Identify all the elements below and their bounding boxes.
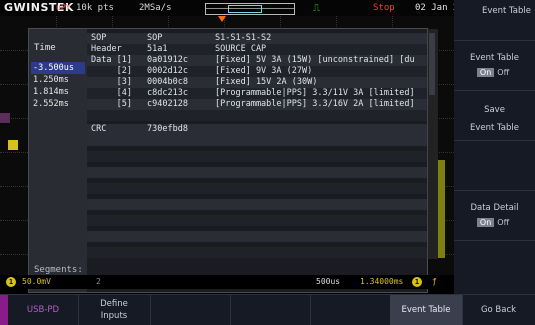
field-name: Header <box>91 44 122 54</box>
save-event-table-label: Save Event Table <box>469 105 520 133</box>
channel-2-badge[interactable]: 2 <box>96 275 101 289</box>
horizontal-position: 1.34000ms <box>360 277 404 286</box>
data-detail-onoff: On Off <box>476 218 512 227</box>
data-detail-toggle[interactable]: Data Detail On Off <box>454 190 535 241</box>
side-menu-empty-slot <box>454 140 535 191</box>
event-table-toggle-label: Event Table <box>469 53 520 63</box>
memory-position-indicator <box>205 3 295 15</box>
channel-1-badge[interactable]: 1 <box>6 277 16 287</box>
time-cell[interactable]: 2.552ms <box>31 98 85 110</box>
field-hex: 0004b0c8 <box>147 77 188 87</box>
bus-type-button[interactable]: USB-PD <box>8 295 79 325</box>
define-inputs-button[interactable]: Define Inputs <box>78 295 151 325</box>
table-row[interactable]: [4] c8dc213c [Programmable|PPS] 3.3/11V … <box>87 88 427 99</box>
table-row[interactable]: CRC 730efbd8 <box>87 124 427 135</box>
side-menu-title: Event Table <box>454 0 535 40</box>
channel-2-indicator <box>0 295 8 325</box>
bottom-menu: USB-PD Define Inputs Event Table Go Back <box>0 294 535 325</box>
channel-2-marker[interactable] <box>0 113 10 123</box>
time-cell[interactable]: 1.814ms <box>31 86 85 98</box>
field-hex: 51a1 <box>147 44 168 54</box>
field-hex: SOP <box>147 33 163 43</box>
data-detail-toggle-label: Data Detail <box>470 203 519 213</box>
table-row-stripe <box>87 110 427 121</box>
run-status: Stop <box>373 3 395 13</box>
field-hex: 730efbd8 <box>147 124 188 134</box>
table-row-stripe <box>87 231 427 242</box>
channel-1-scale: 50.0mV <box>22 277 51 286</box>
trigger-position-marker <box>218 16 226 22</box>
field-decode: [Fixed] 9V 3A (27W) <box>215 66 313 76</box>
field-decode: [Fixed] 5V 3A (15W) [unconstrained] [du <box>215 55 415 65</box>
event-table-button[interactable]: Event Table <box>390 295 463 325</box>
field-decode: S1-S1-S1-S2 <box>215 33 272 43</box>
top-status-bar: GWINSTEK uPY 10k pts 2MSa/s ⎍ Stop 02 Ja… <box>0 0 523 16</box>
event-table-onoff: On Off <box>476 68 512 77</box>
table-row[interactable]: [5] c9402128 [Programmable|PPS] 3.3/16V … <box>87 99 427 110</box>
field-hex: 0002d12c <box>147 66 188 76</box>
acquire-mode-tag: uPY <box>56 3 71 12</box>
table-row[interactable]: Data [1] 0a01912c [Fixed] 5V 3A (15W) [u… <box>87 55 427 66</box>
time-column: Time -3.500us 1.250ms 1.814ms 2.552ms Se… <box>29 29 87 292</box>
field-decode: [Programmable|PPS] 3.3/16V 2A [limited] <box>215 99 415 109</box>
sample-rate: 2MSa/s <box>139 3 172 13</box>
table-row-stripe <box>87 167 427 178</box>
memory-view-window <box>228 5 262 13</box>
field-hex: c8dc213c <box>147 88 188 98</box>
table-row-stripe <box>87 247 427 258</box>
field-name: [2] <box>91 66 132 76</box>
side-menu: Event Table Event Table On Off Save Event… <box>454 0 535 294</box>
table-row-stripe <box>87 199 427 210</box>
bottom-empty-slot <box>150 295 231 325</box>
table-row-stripe <box>87 135 427 146</box>
save-event-table-button[interactable]: Save Event Table <box>454 90 535 141</box>
field-name: [5] <box>91 99 132 109</box>
time-column-header: Time <box>34 43 56 53</box>
record-length: 10k pts <box>76 3 114 13</box>
toggle-on: On <box>476 68 495 77</box>
timebase-value: 500us <box>316 277 341 286</box>
time-cell-selected[interactable]: -3.500us <box>31 62 85 74</box>
side-menu-empty-slot <box>454 240 535 295</box>
table-row-stripe <box>87 151 427 162</box>
trigger-edge-icon: ⎍ <box>313 3 320 14</box>
field-name: CRC <box>91 124 107 134</box>
table-row[interactable]: [2] 0002d12c [Fixed] 9V 3A (27W) <box>87 66 427 77</box>
table-row-stripe <box>87 183 427 194</box>
event-table-toggle[interactable]: Event Table On Off <box>454 40 535 91</box>
field-name: [3] <box>91 77 132 87</box>
toggle-on: On <box>476 218 495 227</box>
table-row[interactable]: SOP SOP S1-S1-S1-S2 <box>87 33 427 44</box>
toggle-off: Off <box>497 68 510 77</box>
toggle-off: Off <box>497 218 510 227</box>
side-menu-title-label: Event Table <box>481 6 531 16</box>
field-hex: c9402128 <box>147 99 188 109</box>
channel-1-marker[interactable] <box>8 140 18 150</box>
segments-label: Segments: <box>34 265 83 275</box>
table-row[interactable]: [3] 0004b0c8 [Fixed] 15V 2A (30W) <box>87 77 427 88</box>
scope-status-bar: 1 50.0mV 2 500us 1.34000ms 1 ƒ <box>0 275 454 289</box>
field-name: [4] <box>91 88 132 98</box>
table-scrollbar-thumb[interactable] <box>429 33 435 95</box>
bottom-empty-slot <box>230 295 311 325</box>
field-decode: [Programmable|PPS] 3.3/11V 3A [limited] <box>215 88 415 98</box>
field-name: Data [1] <box>91 55 132 65</box>
time-cell[interactable]: 1.250ms <box>31 74 85 86</box>
bottom-empty-slot <box>310 295 391 325</box>
trigger-source-badge[interactable]: 1 <box>412 277 422 287</box>
table-row[interactable]: Header 51a1 SOURCE CAP <box>87 44 427 55</box>
trigger-slope-icon: ƒ <box>432 277 437 286</box>
field-hex: 0a01912c <box>147 55 188 65</box>
go-back-button[interactable]: Go Back <box>462 295 535 325</box>
event-table-panel: Time -3.500us 1.250ms 1.814ms 2.552ms Se… <box>28 28 438 293</box>
field-decode: SOURCE CAP <box>215 44 267 54</box>
table-row-stripe <box>87 215 427 226</box>
field-name: SOP <box>91 33 107 43</box>
field-decode: [Fixed] 15V 2A (30W) <box>215 77 318 87</box>
